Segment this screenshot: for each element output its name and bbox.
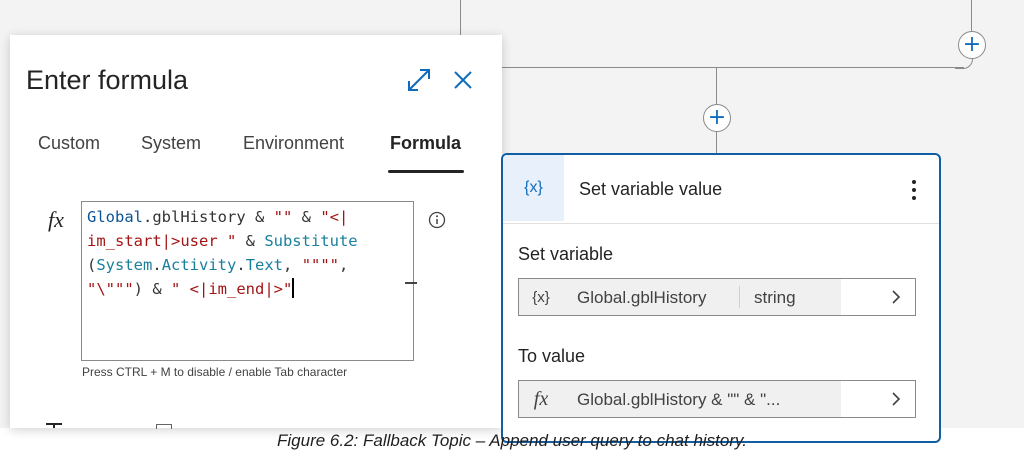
add-node-button[interactable]: + xyxy=(703,104,731,132)
divider xyxy=(503,223,939,224)
node-title: Set variable value xyxy=(579,179,723,199)
chevron-right-icon[interactable] xyxy=(890,290,902,304)
formula-code[interactable]: Global.gblHistory & "" & "<| im_start|>u… xyxy=(87,205,411,301)
active-tab-indicator xyxy=(388,170,464,173)
tab-system[interactable]: System xyxy=(141,133,201,154)
set-variable-label: Set variable xyxy=(518,244,614,264)
info-icon[interactable] xyxy=(428,211,446,229)
editor-resize-handle[interactable] xyxy=(405,282,417,284)
add-node-button[interactable]: + xyxy=(958,31,986,59)
formula-editor[interactable]: Global.gblHistory & "" & "<| im_start|>u… xyxy=(81,201,414,361)
tab-environment[interactable]: Environment xyxy=(243,133,344,154)
text-cursor xyxy=(292,278,295,298)
connector-line xyxy=(460,67,964,68)
more-options-icon[interactable] xyxy=(911,179,917,201)
fx-icon: fx xyxy=(48,207,64,232)
variable-type-icon: {x} xyxy=(519,279,563,315)
expand-icon[interactable] xyxy=(406,67,432,93)
connector-curve xyxy=(955,58,973,69)
tab-custom[interactable]: Custom xyxy=(38,133,100,154)
truncated-text xyxy=(46,423,62,428)
to-value-label: To value xyxy=(518,346,586,366)
figure-caption: Figure 6.2: Fallback Topic – Append user… xyxy=(277,431,747,450)
value-preview: Global.gblHistory & "" & "... xyxy=(577,390,781,409)
variable-icon: {x} xyxy=(503,155,564,221)
variable-selector[interactable]: {x} Global.gblHistory string xyxy=(518,278,916,316)
enter-formula-panel: Enter formula Custom System Environment … xyxy=(10,35,502,429)
set-variable-node[interactable]: {x} Set variable value Set variable {x} … xyxy=(501,153,941,443)
tab-formula[interactable]: Formula xyxy=(390,133,461,154)
variable-type: string xyxy=(754,288,796,307)
variable-name: Global.gblHistory xyxy=(577,288,707,307)
node-header: {x} Set variable value xyxy=(503,155,939,223)
fx-icon: fx xyxy=(519,381,563,417)
close-icon[interactable] xyxy=(452,69,474,91)
panel-title: Enter formula xyxy=(26,65,189,95)
value-selector[interactable]: fx Global.gblHistory & "" & "... xyxy=(518,380,916,418)
chevron-right-icon[interactable] xyxy=(890,392,902,406)
field-divider xyxy=(739,286,740,308)
tab-character-hint: Press CTRL + M to disable / enable Tab c… xyxy=(82,365,348,379)
